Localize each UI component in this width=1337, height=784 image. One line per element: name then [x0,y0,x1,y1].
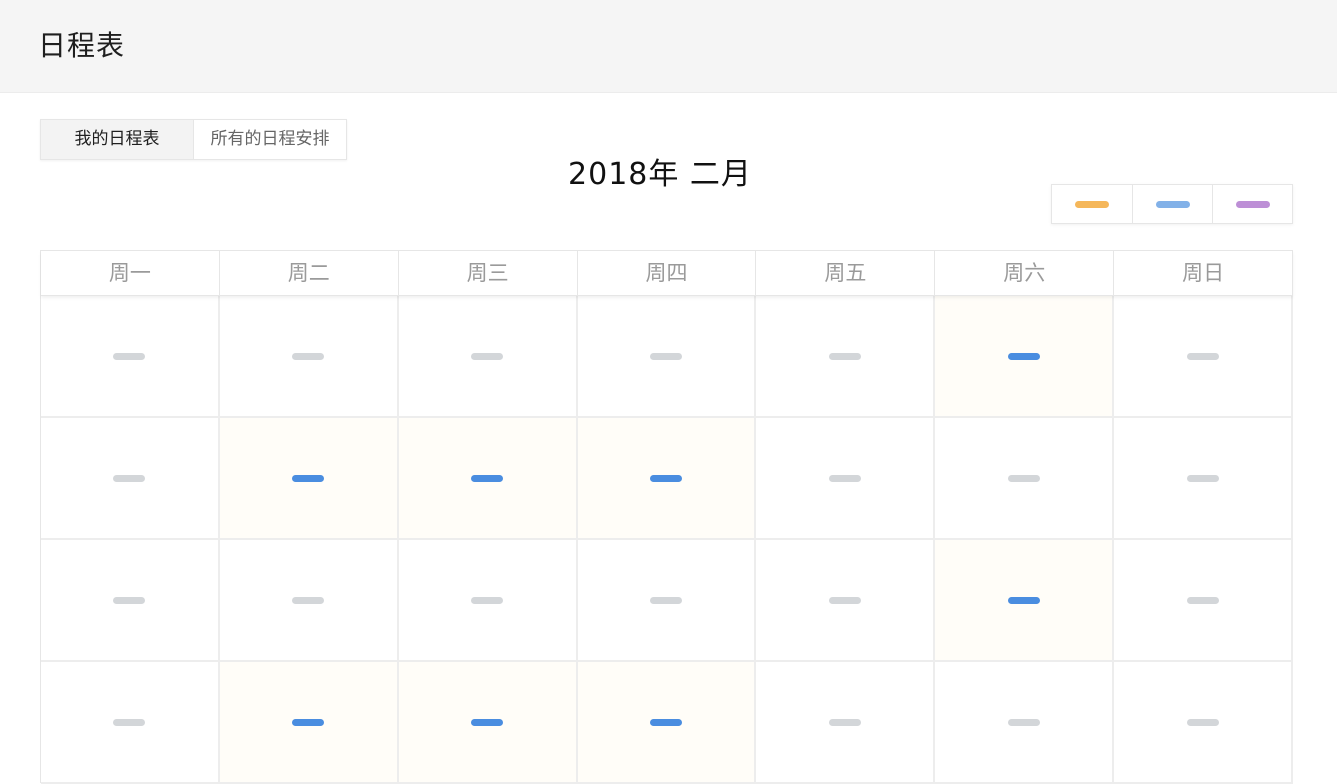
page-title: 日程表 [38,29,126,62]
day-cell-w1-sat[interactable] [935,296,1115,418]
shift-bar-empty [113,353,146,360]
shift-bar-empty [650,597,682,604]
day-cell-w4-mon[interactable] [41,662,220,784]
tab-my-schedule[interactable]: 我的日程表 [41,120,193,159]
shift-bar-empty [292,353,325,360]
day-cell-w2-sat[interactable] [935,418,1115,540]
day-cell-w2-fri[interactable] [756,418,936,540]
shift-bar-empty [1186,719,1219,726]
day-cell-w3-wed[interactable] [398,540,578,662]
shift-bar-empty [1186,475,1219,482]
day-cell-w4-thu[interactable] [577,662,757,784]
shift-bar-scheduled [1007,597,1040,604]
shift-bar-empty [1007,719,1040,726]
shift-legend [1051,184,1293,224]
shift-bar-scheduled [292,475,325,482]
day-cell-w4-fri[interactable] [756,662,936,784]
weekday-thu: 周四 [577,251,757,296]
shift-bar-empty [471,597,504,604]
page-header: 日程表 [0,0,1337,93]
month-calendar: 周一 周二 周三 周四 周五 周六 周日 [40,250,1294,784]
legend-item-purple[interactable] [1212,185,1292,223]
day-cell-w2-sun[interactable] [1114,418,1294,540]
view-tabs: 我的日程表 所有的日程安排 [40,119,347,160]
shift-bar-empty [828,353,861,360]
day-cell-w3-sun[interactable] [1114,540,1294,662]
shift-bar-empty [471,353,504,360]
day-cell-w3-sat[interactable] [935,540,1115,662]
day-cell-w1-sun[interactable] [1114,296,1294,418]
tab-all-schedules[interactable]: 所有的日程安排 [193,120,346,159]
legend-item-orange[interactable] [1052,185,1132,223]
day-cell-w2-tue[interactable] [219,418,399,540]
day-cell-w3-thu[interactable] [577,540,757,662]
shift-bar-empty [828,475,861,482]
shift-bar-scheduled [292,719,325,726]
day-cell-w4-tue[interactable] [219,662,399,784]
day-cell-w2-mon[interactable] [41,418,220,540]
calendar-weeks [41,296,1294,784]
week-row [41,296,1294,418]
weekday-wed: 周三 [398,251,578,296]
day-cell-w1-tue[interactable] [219,296,399,418]
shift-bar-empty [113,597,146,604]
shift-bar-empty [650,353,682,360]
shift-bar-scheduled [471,719,504,726]
shift-bar-empty [828,597,861,604]
day-cell-w3-fri[interactable] [756,540,936,662]
week-row [41,540,1294,662]
day-cell-w1-thu[interactable] [577,296,757,418]
weekday-header: 周一 周二 周三 周四 周五 周六 周日 [41,251,1294,296]
shift-bar-scheduled [471,475,504,482]
day-cell-w4-sat[interactable] [935,662,1115,784]
day-cell-w4-sun[interactable] [1114,662,1294,784]
shift-bar-empty [1186,353,1219,360]
shift-bar-empty [1186,597,1219,604]
shift-bar-empty [292,597,325,604]
shift-bar-empty [113,719,146,726]
shift-bar-scheduled [650,719,682,726]
legend-swatch-blue [1155,201,1190,208]
day-cell-w2-thu[interactable] [577,418,757,540]
day-cell-w1-fri[interactable] [756,296,936,418]
weekday-sat: 周六 [935,251,1115,296]
legend-swatch-purple [1235,201,1270,208]
day-cell-w1-mon[interactable] [41,296,220,418]
weekday-fri: 周五 [756,251,936,296]
shift-bar-scheduled [1007,353,1040,360]
legend-item-blue[interactable] [1132,185,1212,223]
month-title: 2018年 二月 [568,157,752,192]
shift-bar-empty [828,719,861,726]
week-row [41,662,1294,784]
day-cell-w3-mon[interactable] [41,540,220,662]
weekday-sun: 周日 [1114,251,1294,296]
weekday-tue: 周二 [219,251,399,296]
shift-bar-scheduled [650,475,682,482]
day-cell-w4-wed[interactable] [398,662,578,784]
legend-swatch-orange [1075,201,1109,208]
day-cell-w2-wed[interactable] [398,418,578,540]
shift-bar-empty [1007,475,1040,482]
weekday-mon: 周一 [41,251,220,296]
shift-bar-empty [113,475,146,482]
day-cell-w1-wed[interactable] [398,296,578,418]
day-cell-w3-tue[interactable] [219,540,399,662]
week-row [41,418,1294,540]
